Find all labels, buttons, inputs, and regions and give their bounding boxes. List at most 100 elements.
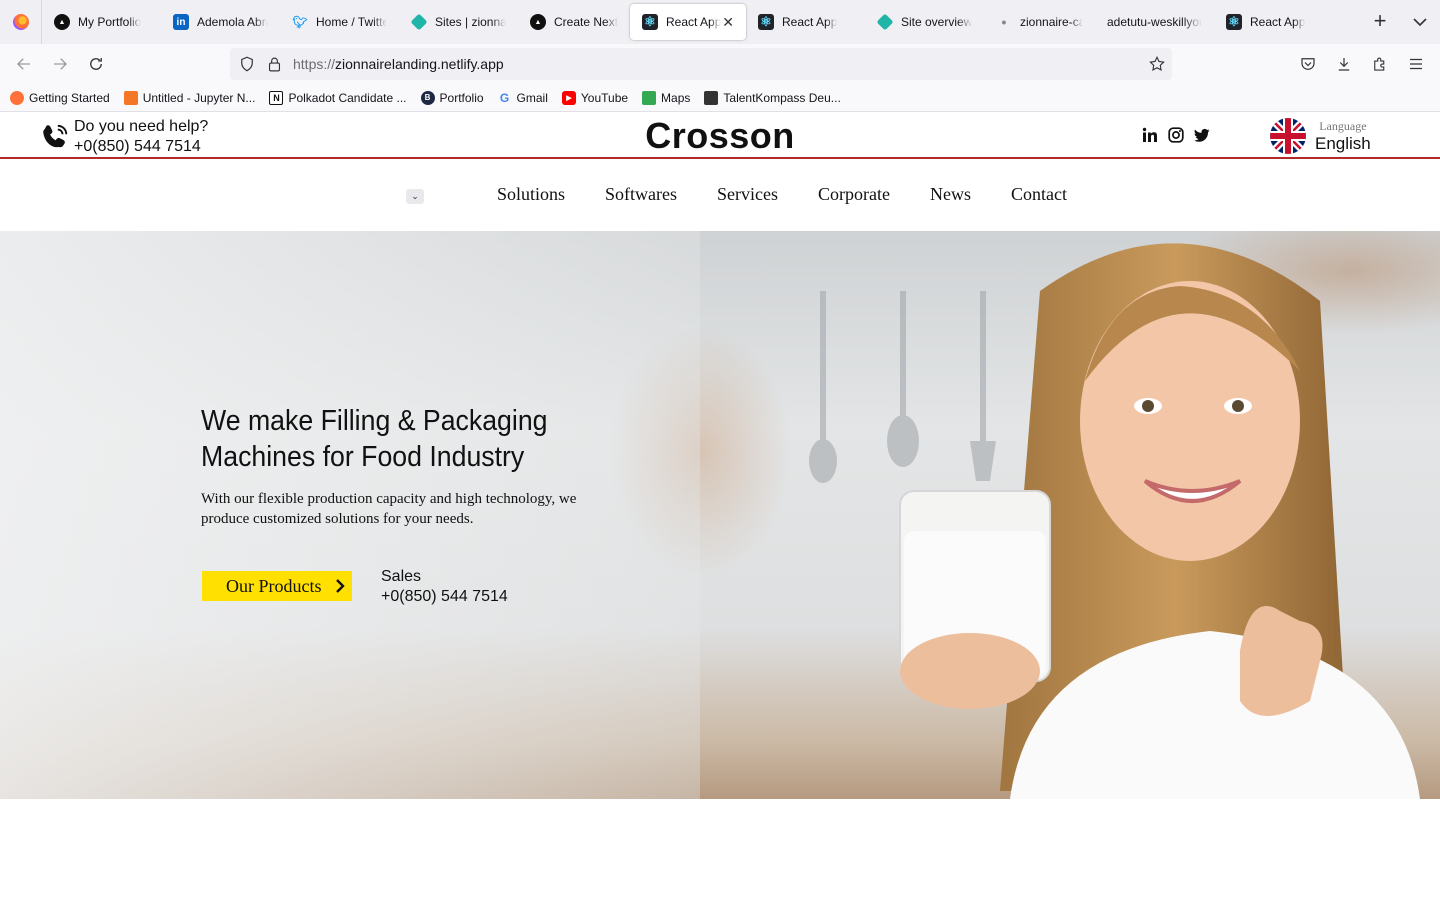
pocket-button[interactable] xyxy=(1294,50,1322,78)
bookmark-label: Getting Started xyxy=(29,90,110,105)
girl-with-milk-image xyxy=(899,243,1420,799)
close-tab-icon[interactable]: ✕ xyxy=(722,14,734,31)
nav-item-corporate[interactable]: Corporate xyxy=(818,184,890,205)
nextjs-icon: ▲ xyxy=(54,14,70,30)
bookmark-item[interactable]: Getting Started xyxy=(10,90,110,105)
jupyter-icon xyxy=(123,90,138,105)
extensions-button[interactable] xyxy=(1366,50,1394,78)
shield-icon xyxy=(241,56,253,72)
hero-title: We make Filling & Packaging Machines for… xyxy=(201,405,548,473)
tab-strip: ▲ My Portfolio in Ademola Abral 🐦︎ Home / Twi… xyxy=(42,4,1333,40)
nav-item-softwares[interactable]: Softwares xyxy=(605,184,677,205)
main-navigation: ⌄ Solutions Softwares Services Corporate New… xyxy=(0,161,1440,231)
tab-title: Ademola Abral xyxy=(197,15,268,29)
bookmark-item[interactable]: G Gmail xyxy=(498,91,548,105)
bookmark-item[interactable]: B Portfolio xyxy=(420,90,484,105)
react-icon: ⚛ xyxy=(642,14,658,30)
url-text: https://zionnairelanding.netlify.app xyxy=(293,56,504,72)
netlify-icon xyxy=(876,13,894,31)
react-icon: ⚛ xyxy=(758,14,774,30)
dot-icon: • xyxy=(1001,14,1007,30)
nav-dropdown-toggle[interactable]: ⌄ xyxy=(406,189,424,204)
bookmark-item[interactable]: TalentKompass Deu... xyxy=(704,90,841,105)
linkedin-icon[interactable] xyxy=(1142,127,1158,143)
twitter-icon: 🐦︎ xyxy=(292,15,308,29)
hamburger-icon xyxy=(1410,58,1422,70)
browser-nav-bar: https://zionnairelanding.netlify.app xyxy=(0,44,1440,84)
arrow-right-icon xyxy=(54,58,67,70)
download-icon xyxy=(1338,58,1350,71)
uk-flag-icon xyxy=(1270,118,1306,154)
maps-icon xyxy=(642,90,657,105)
tab-title: React App xyxy=(782,15,838,29)
linkedin-icon: in xyxy=(173,14,189,30)
bookmark-item[interactable]: ▶ YouTube xyxy=(561,90,629,105)
browser-tab[interactable]: ▲ My Portfolio xyxy=(42,4,161,40)
portfolio-icon: B xyxy=(420,90,435,105)
list-all-tabs-button[interactable] xyxy=(1408,10,1432,34)
social-links xyxy=(1142,127,1210,143)
bookmark-label: YouTube xyxy=(580,90,629,105)
talentkompass-icon xyxy=(704,90,719,105)
firefox-menu-button[interactable] xyxy=(0,0,42,44)
firefox-icon xyxy=(10,90,24,105)
bookmark-star-icon[interactable] xyxy=(1148,55,1166,73)
browser-tab-bar: ▲ My Portfolio in Ademola Abral 🐦︎ Home / Twi… xyxy=(0,0,1440,44)
nav-item-solutions[interactable]: Solutions xyxy=(497,184,565,205)
reload-button[interactable] xyxy=(82,50,110,78)
nav-item-contact[interactable]: Contact xyxy=(1011,184,1067,205)
browser-tab[interactable]: in Ademola Abral xyxy=(161,4,280,40)
nav-item-services[interactable]: Services xyxy=(717,184,778,205)
browser-tab[interactable]: Sites | zionnair xyxy=(399,4,518,40)
firefox-icon xyxy=(12,14,29,30)
site-top-bar: Do you need help? +0(850) 544 7514 Cross… xyxy=(0,113,1440,159)
tab-title: adetutu-weskillyou xyxy=(1107,15,1202,29)
address-bar[interactable]: https://zionnairelanding.netlify.app xyxy=(230,48,1172,80)
tab-title: React App xyxy=(1250,15,1306,29)
brand-logo[interactable]: Crosson xyxy=(0,115,1440,157)
browser-tab[interactable]: ▲ Create Next Ap xyxy=(518,4,630,40)
hero-subtitle: With our flexible production capacity an… xyxy=(201,491,577,527)
bookmark-label: TalentKompass Deu... xyxy=(723,90,841,105)
chevron-right-icon xyxy=(336,579,345,593)
bookmark-label: Untitled - Jupyter N... xyxy=(142,90,256,105)
browser-tab[interactable]: Site overview | xyxy=(865,4,984,40)
browser-tab[interactable]: ⚛ React App ✕ xyxy=(630,4,746,40)
language-value: English xyxy=(1315,133,1371,153)
browser-tab[interactable]: • zionnaire-calc xyxy=(984,4,1095,40)
bookmark-item[interactable]: Maps xyxy=(642,90,690,105)
cta-label: Our Products xyxy=(226,575,322,596)
back-button[interactable] xyxy=(10,50,38,78)
puzzle-icon xyxy=(1374,57,1385,71)
nav-item-news[interactable]: News xyxy=(930,184,971,205)
tab-title: My Portfolio xyxy=(78,15,142,29)
bookmark-label: Portfolio xyxy=(439,90,484,105)
nav-menu-items: Solutions Softwares Services Corporate News C… xyxy=(497,184,1107,205)
browser-tab[interactable]: ⚛ React App xyxy=(1214,4,1333,40)
instagram-icon[interactable] xyxy=(1168,127,1184,143)
bookmark-item[interactable]: Untitled - Jupyter N... xyxy=(123,90,256,105)
browser-tab[interactable]: ⚛ React App xyxy=(746,4,865,40)
tab-title: zionnaire-calc xyxy=(1020,15,1083,29)
bookmark-item[interactable]: N Polkadot Candidate ... xyxy=(269,90,407,105)
forward-button[interactable] xyxy=(46,50,74,78)
tab-title: React App xyxy=(666,15,722,29)
reload-icon xyxy=(90,58,102,70)
sales-contact[interactable]: Sales +0(850) 544 7514 xyxy=(381,567,508,607)
notion-icon: N xyxy=(269,90,284,105)
tab-title: Create Next Ap xyxy=(554,15,618,29)
browser-tab[interactable]: 🐦︎ Home / Twitter xyxy=(280,4,399,40)
twitter-icon[interactable] xyxy=(1194,127,1210,143)
google-icon: G xyxy=(499,90,510,105)
our-products-button[interactable]: Our Products xyxy=(202,571,352,601)
app-menu-button[interactable] xyxy=(1402,50,1430,78)
language-label: Language xyxy=(1319,118,1367,133)
chevron-down-icon xyxy=(1413,18,1427,27)
website: Do you need help? +0(850) 544 7514 Cross… xyxy=(0,113,1440,900)
new-tab-button[interactable]: + xyxy=(1368,8,1392,36)
lock-icon xyxy=(268,57,281,71)
nextjs-icon: ▲ xyxy=(530,14,546,30)
language-selector[interactable]: Language English xyxy=(1270,118,1371,154)
downloads-button[interactable] xyxy=(1330,50,1358,78)
browser-tab[interactable]: adetutu-weskillyou xyxy=(1095,4,1214,40)
